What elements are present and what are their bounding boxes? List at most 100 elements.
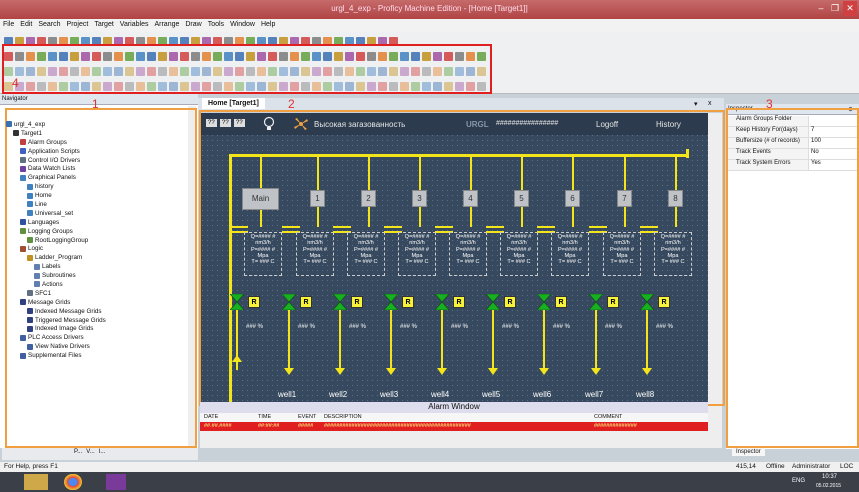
clock-date[interactable]: 05.02.2015 (816, 483, 841, 489)
alarm-col-description: DESCRIPTION (324, 414, 362, 420)
menu-variables[interactable]: Variables (117, 19, 152, 28)
menu-search[interactable]: Search (35, 19, 63, 28)
target-icon (13, 130, 19, 137)
tree-item[interactable]: urgl_4_exp (6, 120, 186, 129)
language-icon (20, 219, 26, 226)
tree-item-label: Actions (42, 280, 63, 288)
tree-item[interactable]: RootLoggingGroup (6, 236, 186, 245)
tree-item-label: Subroutines (42, 272, 76, 280)
alarm-col-date: DATE (204, 414, 219, 420)
subroutine-icon (34, 272, 40, 279)
tree-item-label: Home (35, 192, 52, 200)
tree-item[interactable]: Alarm Groups (6, 138, 186, 147)
project-icon (6, 121, 12, 128)
tree-item[interactable]: Supplemental Files (6, 351, 186, 360)
tree-item[interactable]: PLC Access Drivers (6, 333, 186, 342)
tree-item[interactable]: Target1 (6, 129, 186, 138)
tree-item[interactable]: Triggered Message Grids (6, 316, 186, 325)
tree-item[interactable]: Subroutines (6, 271, 186, 280)
driver-icon (20, 157, 26, 163)
tree-item[interactable]: SFC1 (6, 289, 186, 298)
loc-status: LOC (840, 463, 854, 470)
minimize-button[interactable]: – (814, 1, 828, 16)
script-icon (20, 148, 26, 155)
panel-icon (27, 210, 33, 217)
annotation-1: 1 (92, 97, 99, 111)
alarm-cell: ########################################… (324, 423, 471, 429)
tree-item[interactable]: Languages (6, 218, 186, 227)
plc-icon (27, 343, 33, 350)
tree-item-label: Data Watch Lists (28, 165, 76, 173)
clock-time[interactable]: 10:37 (822, 474, 837, 480)
proficy-taskbar-icon[interactable] (106, 474, 126, 490)
alarm-col-event: EVENT (298, 414, 317, 420)
tree-item-label: SFC1 (35, 289, 52, 297)
menu-target[interactable]: Target (91, 19, 116, 28)
tree-item[interactable]: Control I/O Drivers (6, 156, 186, 165)
tree-item-label: Triggered Message Grids (35, 316, 106, 324)
nav-tab-p[interactable]: P... (74, 449, 82, 459)
tree-item[interactable]: Line (6, 200, 186, 209)
inspector-highlight-box (726, 108, 859, 448)
tree-item-label: Labels (42, 263, 61, 271)
explorer-icon[interactable] (24, 474, 48, 490)
plc-icon (20, 334, 26, 341)
tree-item[interactable]: Graphical Panels (6, 173, 186, 182)
taskbar: ENG 10:37 05.02.2015 (0, 472, 859, 492)
menu-tools[interactable]: Tools (205, 19, 227, 28)
grid-icon (20, 299, 26, 306)
tree-item[interactable]: View Native Drivers (6, 342, 186, 351)
menu-window[interactable]: Window (227, 19, 258, 28)
alarm-cell: ############## (594, 423, 637, 429)
close-button[interactable]: ✕ (843, 1, 857, 16)
logging-icon (27, 237, 33, 244)
files-icon (20, 352, 26, 359)
menu-file[interactable]: File (0, 19, 17, 28)
alarm-window: Alarm Window DATE TIME EVENT DESCRIPTION COM… (200, 402, 708, 448)
tree-item-label: Ladder_Program (35, 254, 83, 262)
toolbar-highlight-box (2, 44, 492, 94)
tree-item[interactable]: Data Watch Lists (6, 164, 186, 173)
tab-menu-icon[interactable]: ▾ (694, 100, 698, 108)
tree-item-label: Logging Groups (28, 227, 73, 235)
tree-item[interactable]: Home (6, 191, 186, 200)
tab-home-target1[interactable]: Home [Target1] (202, 98, 265, 109)
grid-icon (27, 308, 33, 315)
tree-item-label: RootLoggingGroup (35, 236, 89, 244)
tree-item-label: Line (35, 200, 47, 208)
tab-close-icon[interactable]: x (708, 100, 712, 107)
tree-item[interactable]: Actions (6, 280, 186, 289)
menu-draw[interactable]: Draw (182, 19, 204, 28)
tree-item[interactable]: Logging Groups (6, 227, 186, 236)
tree-item[interactable]: Message Grids (6, 298, 186, 307)
cursor-coords: 415,14 (736, 463, 756, 470)
grid-icon (27, 325, 33, 332)
tree-item-label: Target1 (21, 129, 43, 137)
input-language[interactable]: ENG (792, 478, 805, 484)
menu-help[interactable]: Help (258, 19, 278, 28)
annotation-4: 4 (12, 76, 19, 90)
tree-item[interactable]: history (6, 182, 186, 191)
nav-tab-i[interactable]: I... (99, 449, 106, 459)
menu-edit[interactable]: Edit (17, 19, 35, 28)
tree-item[interactable]: Indexed Message Grids (6, 307, 186, 316)
chrome-icon[interactable] (64, 474, 82, 490)
tree-item[interactable]: Application Scripts (6, 147, 186, 156)
menu-arrange[interactable]: Arrange (151, 19, 182, 28)
panel-icon (20, 174, 26, 181)
tree-item[interactable]: Universal_set (6, 209, 186, 218)
window-title: urgl_4_exp - Proficy Machine Edition - [… (331, 4, 528, 13)
tree-item[interactable]: Labels (6, 262, 186, 271)
tree-item-label: PLC Access Drivers (28, 334, 84, 342)
restore-button[interactable]: ❐ (829, 1, 841, 16)
nav-tab-v[interactable]: V... (86, 449, 94, 459)
alarm-row[interactable]: ##.##.#### ##:##:## ##### #################… (200, 422, 708, 431)
tree-item-label: Universal_set (35, 209, 74, 217)
inspector-tab[interactable]: Inspector (732, 448, 765, 456)
tree-item[interactable]: Ladder_Program (6, 253, 186, 262)
menu-project[interactable]: Project (64, 19, 92, 28)
tree-item-label: history (35, 183, 54, 191)
tree-item[interactable]: Logic (6, 244, 186, 253)
tree-item[interactable]: Indexed Image Grids (6, 324, 186, 333)
alarm-icon (20, 139, 26, 146)
